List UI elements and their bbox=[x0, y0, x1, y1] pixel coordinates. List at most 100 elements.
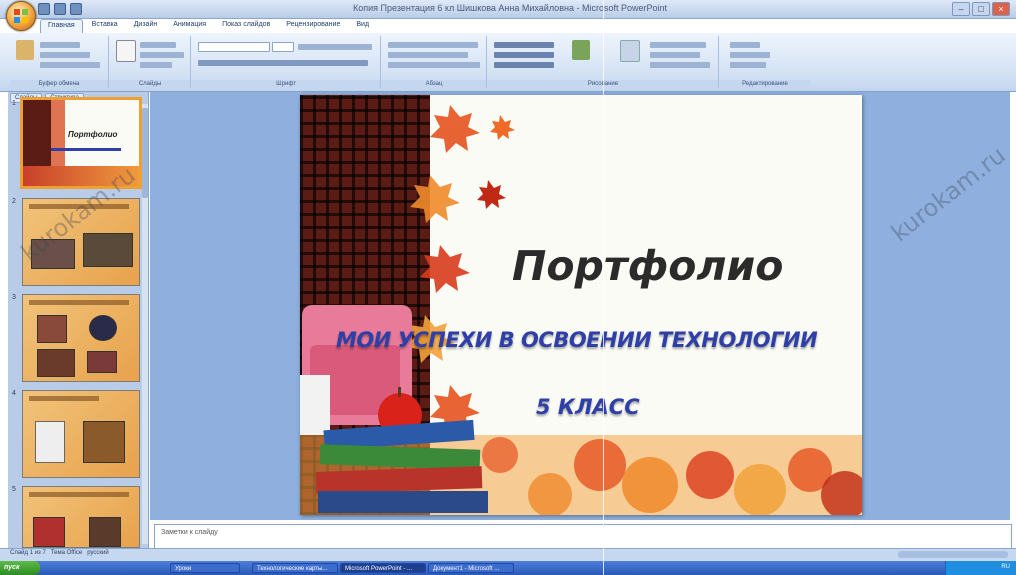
slide-canvas[interactable]: Портфолио МОИ УСПЕХИ В ОСВОЕНИИ ТЕХНОЛОГ… bbox=[300, 95, 862, 515]
thumb-subtitle-line bbox=[51, 148, 121, 151]
taskbar: пуск Уроки Технологические карты... Micr… bbox=[0, 561, 1016, 575]
tray-language[interactable]: RU bbox=[1001, 564, 1010, 570]
replace-button[interactable] bbox=[730, 52, 770, 58]
shapes-gallery-row2[interactable] bbox=[494, 52, 554, 58]
arrange-icon[interactable] bbox=[572, 40, 590, 60]
shape-fill-button[interactable] bbox=[650, 42, 706, 48]
thumb-photo bbox=[33, 517, 65, 547]
thumb-photo bbox=[37, 315, 67, 343]
slide-thumbnail-3[interactable] bbox=[22, 294, 140, 382]
tab-home[interactable]: Главная bbox=[40, 19, 83, 33]
paste-icon[interactable] bbox=[16, 40, 34, 60]
group-paragraph: Абзац bbox=[382, 36, 487, 88]
school-bag-and-books bbox=[300, 305, 488, 513]
office-logo-icon bbox=[14, 9, 28, 23]
thumb-photo bbox=[89, 517, 121, 547]
new-slide-icon[interactable] bbox=[116, 40, 136, 62]
slide-number: 4 bbox=[12, 390, 16, 397]
group-font: Шрифт bbox=[192, 36, 381, 88]
taskbar-item[interactable]: Документ1 - Microsoft ... bbox=[428, 563, 514, 573]
group-editing: Редактирование bbox=[720, 36, 810, 88]
taskbar-item[interactable]: Технологические карты... bbox=[252, 563, 338, 573]
thumb-photo bbox=[37, 349, 75, 377]
slide-number: 1 bbox=[12, 100, 16, 107]
slide-number: 2 bbox=[12, 198, 16, 205]
tab-design[interactable]: Дизайн bbox=[127, 19, 165, 33]
thumb-photo bbox=[83, 421, 125, 463]
shapes-gallery-row3[interactable] bbox=[494, 62, 554, 68]
reset-button[interactable] bbox=[140, 52, 184, 58]
window-controls: – □ × bbox=[952, 2, 1010, 16]
shape-effects-button[interactable] bbox=[650, 62, 710, 68]
format-painter-button[interactable] bbox=[40, 62, 100, 68]
notes-placeholder: Заметки к слайду bbox=[161, 529, 218, 536]
find-button[interactable] bbox=[730, 42, 760, 48]
system-tray: RU bbox=[945, 561, 1016, 575]
slide-thumbnail-1[interactable]: Портфолио bbox=[20, 97, 142, 189]
font-tools[interactable] bbox=[298, 44, 372, 50]
image-seam-line bbox=[603, 0, 604, 575]
group-label: Абзац bbox=[382, 80, 486, 88]
quick-styles-icon[interactable] bbox=[620, 40, 640, 62]
tab-insert[interactable]: Вставка bbox=[85, 19, 125, 33]
thumb-photo bbox=[83, 233, 133, 267]
group-label: Редактирование bbox=[720, 80, 810, 88]
slide-title[interactable]: Портфолио bbox=[512, 242, 783, 290]
undo-icon[interactable] bbox=[54, 3, 66, 15]
window-title: Копия Презентация 6 кл Шишкова Анна Миха… bbox=[353, 3, 667, 13]
shapes-gallery[interactable] bbox=[494, 42, 554, 48]
maximize-button[interactable]: □ bbox=[972, 2, 990, 16]
group-label: Слайды bbox=[110, 80, 190, 88]
delete-button[interactable] bbox=[140, 62, 172, 68]
minimize-button[interactable]: – bbox=[952, 2, 970, 16]
font-size-select[interactable] bbox=[272, 42, 294, 52]
thumb-heading bbox=[29, 396, 99, 401]
quick-access-toolbar bbox=[38, 3, 82, 15]
group-slides: Слайды bbox=[110, 36, 191, 88]
copy-button[interactable] bbox=[40, 52, 90, 58]
slide-class-label[interactable]: 5 КЛАСС bbox=[536, 395, 640, 419]
slide-thumbnail-4[interactable] bbox=[22, 390, 140, 478]
ribbon-tabs: Главная Вставка Дизайн Анимация Показ сл… bbox=[40, 19, 376, 33]
pane-scroll-thumb[interactable] bbox=[142, 108, 148, 198]
font-format-buttons[interactable] bbox=[198, 60, 368, 66]
slide-subtitle[interactable]: МОИ УСПЕХИ В ОСВОЕНИИ ТЕХНОЛОГИИ bbox=[336, 328, 818, 352]
tab-review[interactable]: Рецензирование bbox=[279, 19, 347, 33]
thumb-photo bbox=[35, 421, 65, 463]
tab-animation[interactable]: Анимация bbox=[166, 19, 213, 33]
group-label: Шрифт bbox=[192, 80, 380, 88]
thumb-photo bbox=[31, 239, 75, 269]
cut-button[interactable] bbox=[40, 42, 80, 48]
taskbar-item[interactable]: Уроки bbox=[170, 563, 240, 573]
slide-thumbnail-5[interactable] bbox=[22, 486, 140, 548]
status-language: русский bbox=[87, 550, 109, 556]
tab-view[interactable]: Вид bbox=[349, 19, 376, 33]
group-label: Буфер обмена bbox=[10, 80, 108, 88]
align-buttons[interactable] bbox=[388, 62, 480, 68]
thumb-heading bbox=[29, 300, 129, 305]
close-button[interactable]: × bbox=[992, 2, 1010, 16]
list-buttons[interactable] bbox=[388, 42, 478, 48]
redo-icon[interactable] bbox=[70, 3, 82, 15]
select-button[interactable] bbox=[730, 62, 766, 68]
taskbar-item-active[interactable]: Microsoft PowerPoint - ... bbox=[340, 563, 426, 573]
slide-number: 3 bbox=[12, 294, 16, 301]
status-slide-info: Слайд 1 из 7 Тема Office русский bbox=[10, 550, 109, 556]
notes-pane[interactable]: Заметки к слайду bbox=[154, 524, 1012, 549]
layout-button[interactable] bbox=[140, 42, 176, 48]
font-family-select[interactable] bbox=[198, 42, 270, 52]
save-icon[interactable] bbox=[38, 3, 50, 15]
ribbon: Буфер обмена Слайды Шрифт Абзац Рисовани… bbox=[0, 33, 1016, 92]
direction-buttons[interactable] bbox=[388, 52, 468, 58]
slide-thumbnail-2[interactable] bbox=[22, 198, 140, 286]
status-theme: Тема Office bbox=[50, 550, 83, 556]
status-slide-counter: Слайд 1 из 7 bbox=[10, 550, 46, 556]
slide-number: 5 bbox=[12, 486, 16, 493]
start-button[interactable]: пуск bbox=[0, 561, 40, 575]
thumb-heading bbox=[29, 492, 129, 497]
zoom-slider[interactable] bbox=[898, 551, 1008, 558]
office-button[interactable] bbox=[6, 1, 36, 31]
shape-outline-button[interactable] bbox=[650, 52, 700, 58]
thumb-title: Портфолио bbox=[68, 130, 118, 139]
tab-slideshow[interactable]: Показ слайдов bbox=[215, 19, 277, 33]
